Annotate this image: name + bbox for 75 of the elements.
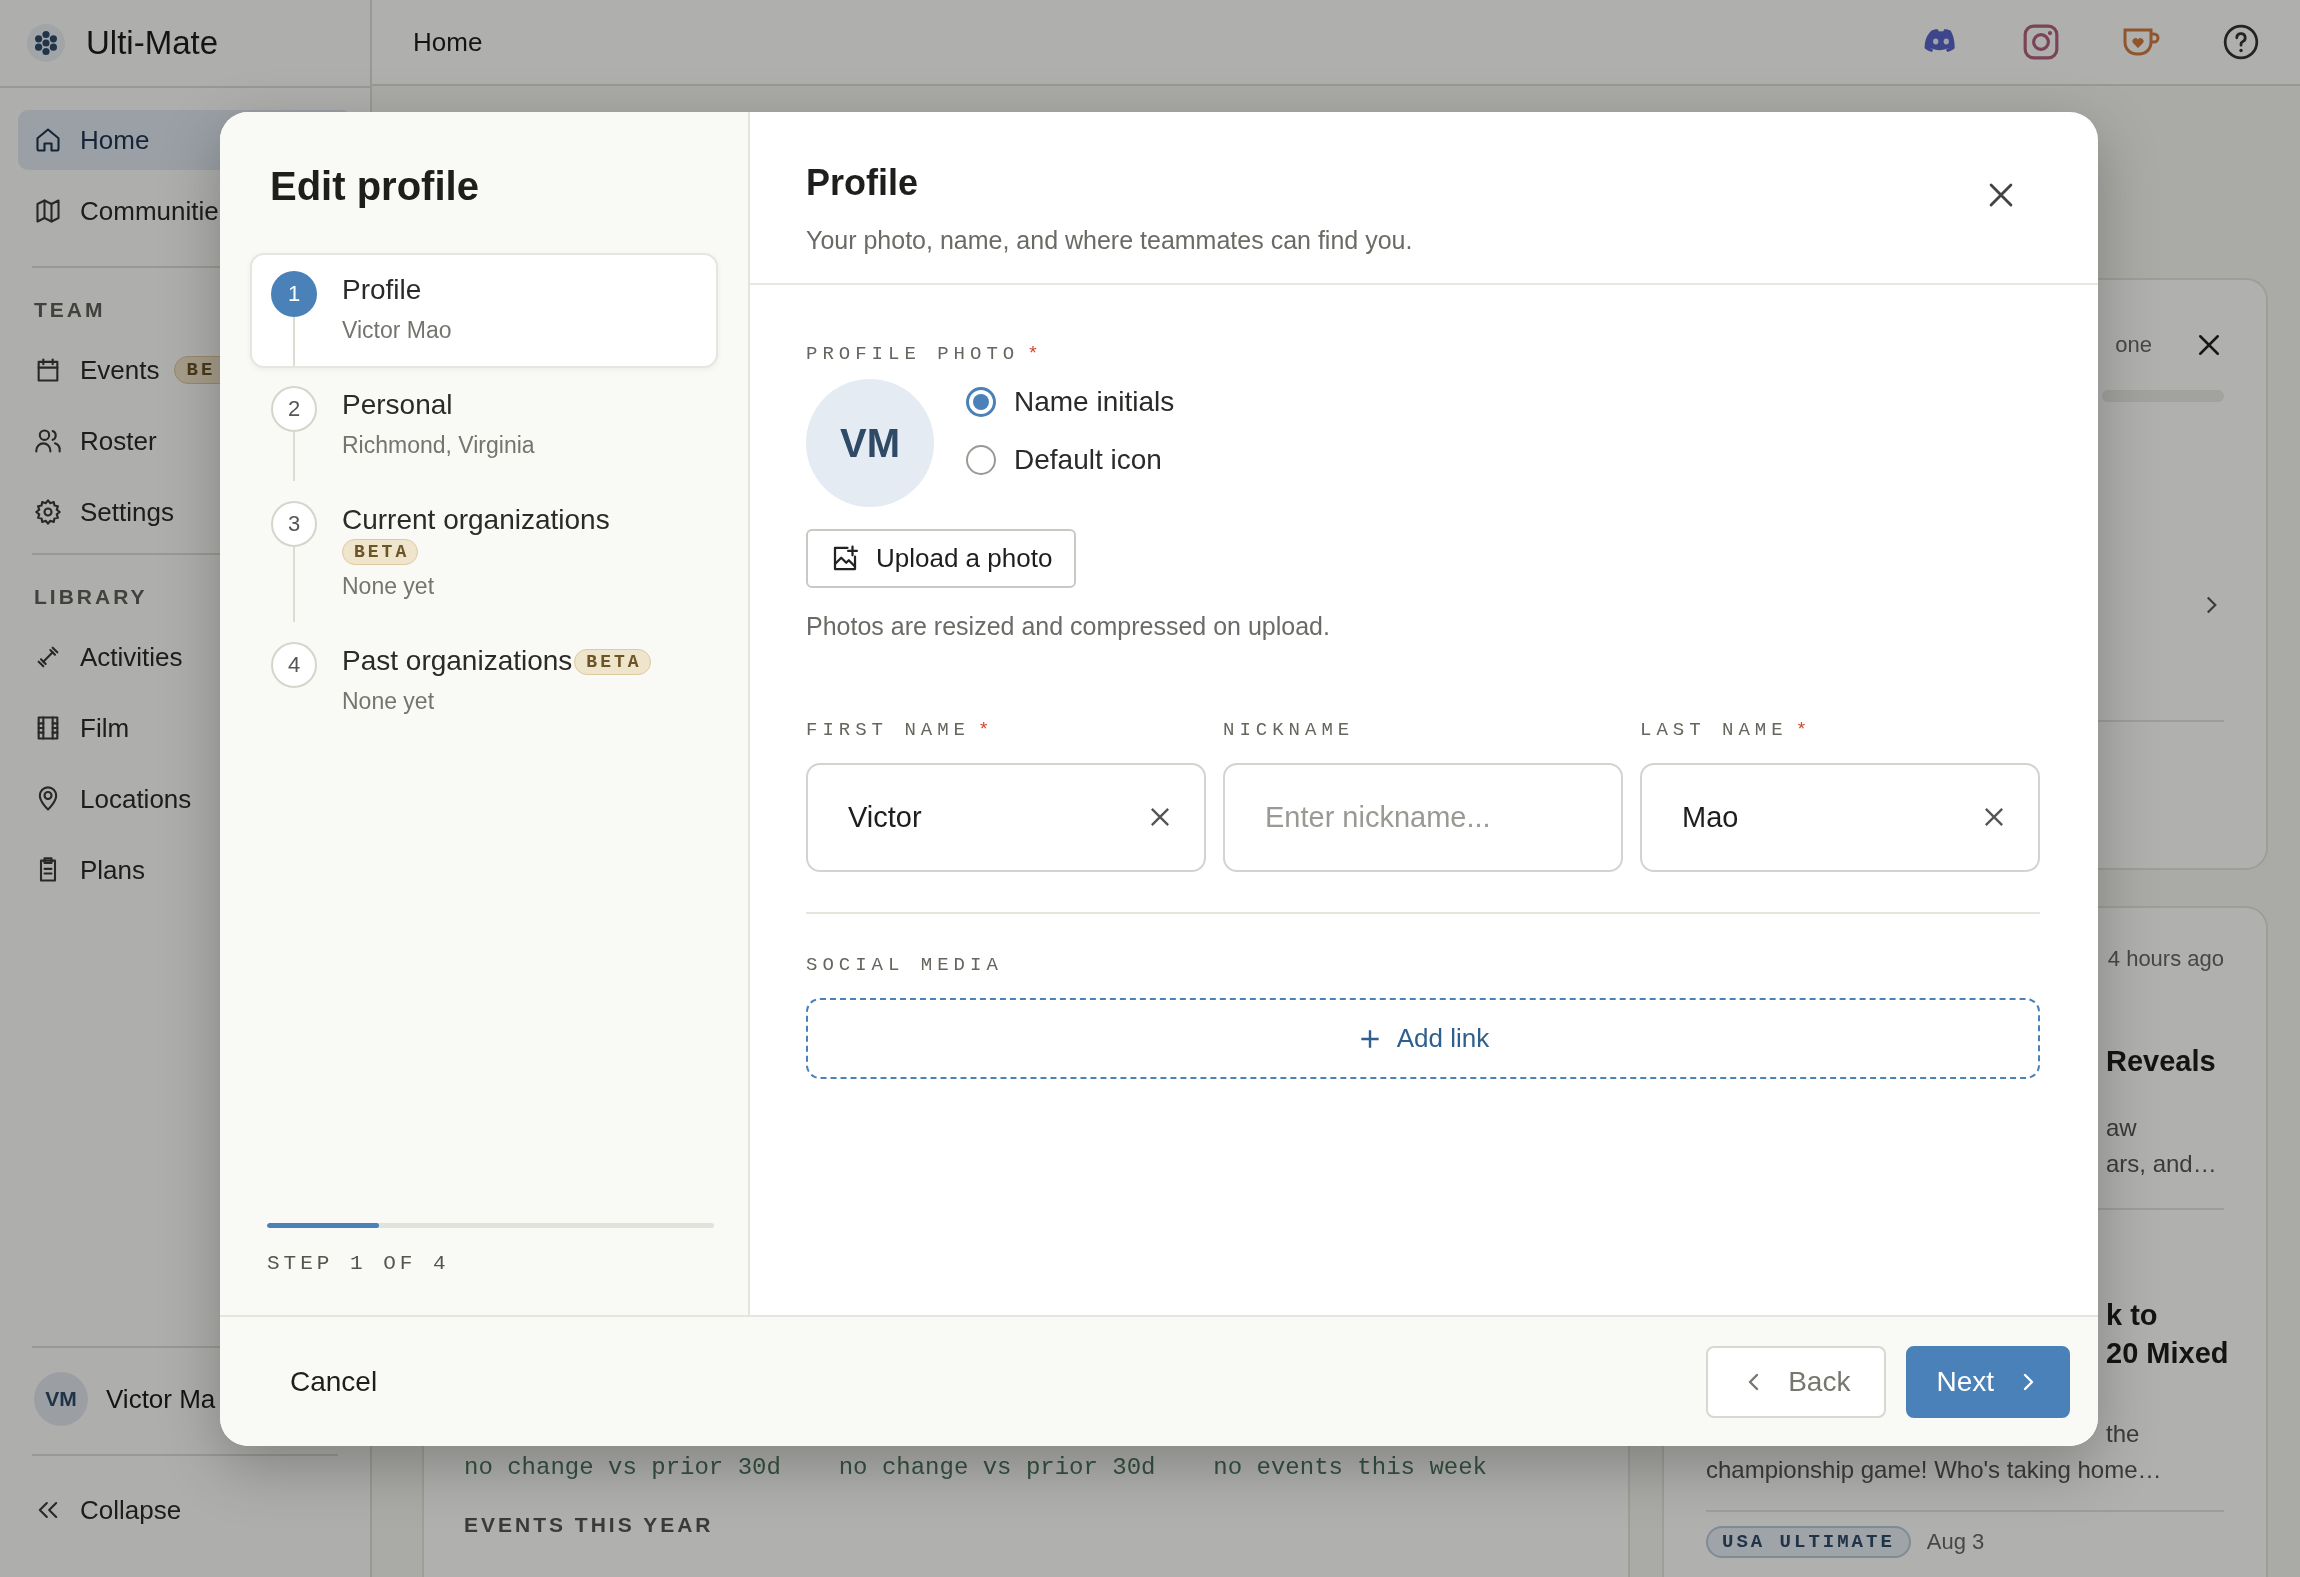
step-title: Personal xyxy=(342,389,453,420)
help-icon[interactable] xyxy=(2222,23,2260,61)
text-field[interactable]: Victor xyxy=(806,763,1206,872)
stat-note: no events this week xyxy=(1213,1454,1488,1481)
field-label: PROFILE PHOTO xyxy=(806,343,1020,365)
beta-badge: BETA xyxy=(574,649,651,675)
section-heading: TEAM xyxy=(33,297,106,323)
user-name: Victor Ma xyxy=(106,1383,216,1415)
back-button[interactable]: Back xyxy=(1706,1345,1887,1418)
cancel-button[interactable]: Cancel xyxy=(268,1355,400,1408)
radio-label: Default icon xyxy=(1014,444,1162,476)
step-subtitle: None yet xyxy=(342,688,436,715)
sidebar-item[interactable]: Locations xyxy=(18,769,352,829)
news-excerpt: the xyxy=(2106,1419,2140,1449)
section-heading: EVENTS THIS YEAR xyxy=(464,1513,715,1537)
radio-label: Name initials xyxy=(1014,386,1175,418)
step-title: Past organizations xyxy=(342,645,573,676)
hint-text: Photos are resized and compressed on upload. xyxy=(806,612,1331,641)
field-label: LAST NAME xyxy=(1640,719,1788,741)
field-label: NICKNAME xyxy=(1223,719,1355,741)
post-date: Aug 3 xyxy=(1926,1529,1985,1555)
news-excerpt: championship game! Who's taking home… xyxy=(1706,1455,2163,1485)
news-excerpt: aw xyxy=(2106,1113,2137,1143)
step-number: 4 xyxy=(271,642,317,688)
step-counter: STEP 1 OF 4 xyxy=(267,1252,451,1275)
status-text: one xyxy=(2115,332,2152,358)
step-subtitle: None yet xyxy=(342,573,436,600)
map-icon xyxy=(34,197,62,225)
flower-logo-icon xyxy=(26,23,66,63)
next-button[interactable]: Next xyxy=(1906,1345,2070,1418)
news-excerpt: ars, and… xyxy=(2106,1149,2217,1179)
required-mark: * xyxy=(978,719,995,741)
camera-icon[interactable] xyxy=(2022,23,2060,61)
people-icon xyxy=(34,427,62,455)
step-item[interactable]: 1 Profile Victor Mao xyxy=(250,253,718,368)
field-label: SOCIAL MEDIA xyxy=(806,954,1003,976)
step-subtitle: Victor Mao xyxy=(342,317,453,344)
beta-badge: BETA xyxy=(342,539,419,565)
step-title: Profile xyxy=(342,274,422,305)
step-number: 2 xyxy=(271,386,317,432)
required-mark: * xyxy=(1027,343,1044,365)
gear-icon xyxy=(34,498,62,526)
add-link-button[interactable]: Add link xyxy=(806,998,2040,1079)
step-item[interactable]: 3 Current organizations BETA None yet xyxy=(250,483,718,624)
tag: USA ULTIMATE xyxy=(1706,1526,1911,1558)
initials-avatar: VM xyxy=(806,379,934,507)
user-avatar[interactable]: VM xyxy=(34,1372,88,1426)
stat-note: no change vs prior 30d xyxy=(838,1454,1157,1481)
step-item[interactable]: 4 Past organizations BETA None yet xyxy=(250,624,718,739)
section-heading: LIBRARY xyxy=(33,584,148,610)
step-number: 1 xyxy=(271,271,317,317)
post-time: 4 hours ago xyxy=(2106,945,2224,972)
home-icon xyxy=(34,126,62,154)
field-label: FIRST NAME xyxy=(806,719,971,741)
radio-button[interactable] xyxy=(966,387,996,417)
sidebar-item[interactable]: Plans xyxy=(18,840,352,900)
news-title: k to xyxy=(2106,1298,2158,1333)
collapse-button[interactable]: Collapse xyxy=(18,1480,352,1540)
news-title: 20 Mixed xyxy=(2106,1336,2229,1371)
text-field[interactable]: Mao xyxy=(1640,763,2040,872)
news-title: Reveals xyxy=(2106,1044,2216,1079)
stat-note: no change vs prior 30d xyxy=(464,1454,782,1481)
radio-button[interactable] xyxy=(966,445,996,475)
required-mark: * xyxy=(1795,719,1813,741)
page-title: Home xyxy=(413,26,483,58)
step-title: Current organizations xyxy=(342,504,610,535)
step-subtitle: Richmond, Virginia xyxy=(342,432,536,459)
radio-option[interactable]: Name initials xyxy=(966,386,1175,418)
upload-photo-button[interactable]: Upload a photo xyxy=(806,529,1077,588)
panel-title: Profile xyxy=(806,162,920,204)
app-name: Ulti-Mate xyxy=(86,24,219,62)
step-number: 3 xyxy=(271,501,317,547)
panel-subtitle: Your photo, name, and where teammates can find you. xyxy=(806,226,1413,255)
text-field[interactable]: Enter nickname... xyxy=(1223,763,1623,872)
radio-option[interactable]: Default icon xyxy=(966,444,1175,476)
